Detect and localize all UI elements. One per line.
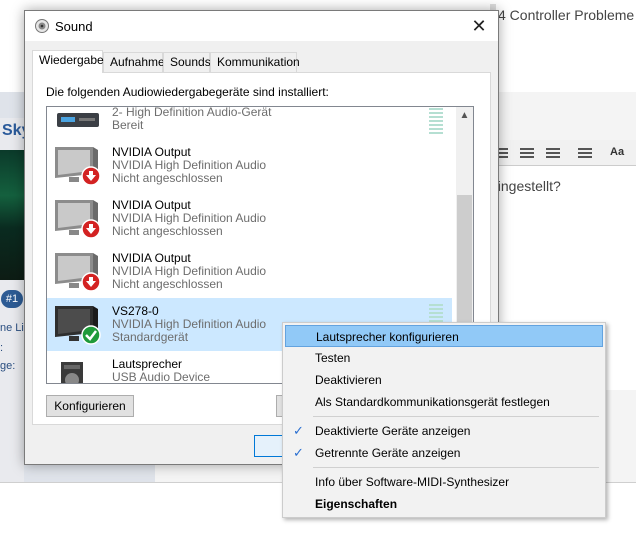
configure-button[interactable]: Konfigurieren <box>46 395 134 417</box>
device-description: NVIDIA High Definition Audio <box>112 158 267 172</box>
list-item[interactable]: NVIDIA Output NVIDIA High Definition Aud… <box>47 245 452 298</box>
device-description: NVIDIA High Definition Audio <box>112 264 267 278</box>
menu-item-configure-speakers[interactable]: Lautsprecher konfigurieren <box>285 325 603 347</box>
post-text-fragment: eingestellt? <box>490 178 561 194</box>
align-right-icon[interactable] <box>546 148 560 158</box>
menu-item-set-default-communication[interactable]: Als Standardkommunikationsgerät festlege… <box>285 391 603 413</box>
device-name: NVIDIA Output <box>112 198 191 212</box>
menu-item-properties[interactable]: Eigenschaften <box>285 493 603 515</box>
post-number-badge[interactable]: #1 <box>1 290 23 308</box>
device-description: USB Audio Device <box>112 370 211 384</box>
monitor-disconnected-icon <box>55 253 101 292</box>
device-list-caption: Die folgenden Audiowiedergabegeräte sind… <box>46 85 329 99</box>
device-description: NVIDIA High Definition Audio <box>112 211 267 225</box>
tab-wiedergabe[interactable]: Wiedergabe <box>32 50 104 73</box>
device-name: Lautsprecher <box>112 357 183 371</box>
font-size-button[interactable]: Aa <box>610 146 624 158</box>
justify-icon[interactable] <box>578 148 592 158</box>
speaker-icon <box>61 362 83 383</box>
menu-item-label: Testen <box>315 351 351 365</box>
receiver-icon <box>57 113 99 127</box>
menu-item-label: Lautsprecher konfigurieren <box>316 330 459 344</box>
device-status: Nicht angeschlossen <box>112 224 223 238</box>
device-context-menu: Lautsprecher konfigurieren Testen Deakti… <box>282 322 606 518</box>
menu-item-disable[interactable]: Deaktivieren <box>285 369 603 391</box>
device-status: Nicht angeschlossen <box>112 277 223 291</box>
menu-item-label: Info über Software-MIDI-Synthesizer <box>315 475 510 489</box>
list-item[interactable]: NVIDIA Output NVIDIA High Definition Aud… <box>47 139 452 192</box>
close-button[interactable]: ✕ <box>468 15 490 37</box>
checkmark-icon: ✓ <box>293 445 304 460</box>
tab-sounds[interactable]: Sounds <box>163 52 211 72</box>
menu-item-label: Eigenschaften <box>315 497 398 511</box>
device-description: NVIDIA High Definition Audio <box>112 317 267 331</box>
menu-item-show-disabled-devices[interactable]: ✓ Deaktivierte Geräte anzeigen <box>285 420 603 442</box>
volume-meter <box>429 108 443 134</box>
monitor-disconnected-icon <box>55 147 101 186</box>
thread-title-fragment: 4 Controller Probleme gel <box>498 7 636 23</box>
user-info-line: ge: <box>0 360 16 372</box>
menu-item-label: Deaktivierte Geräte anzeigen <box>315 424 471 438</box>
device-name: NVIDIA Output <box>112 251 191 265</box>
title-bar[interactable]: Sound ✕ <box>25 11 498 41</box>
menu-separator <box>313 416 599 417</box>
menu-item-show-disconnected-devices[interactable]: ✓ Getrennte Geräte anzeigen <box>285 442 603 464</box>
checkmark-icon: ✓ <box>293 423 304 438</box>
list-item[interactable]: 2- High Definition Audio-Gerät Bereit <box>47 107 452 139</box>
device-name: VS278-0 <box>112 304 159 318</box>
speaker-icon <box>35 19 49 33</box>
tab-kommunikation[interactable]: Kommunikation <box>210 52 300 72</box>
monitor-disconnected-icon <box>55 200 101 239</box>
align-center-icon[interactable] <box>520 148 534 158</box>
device-name: NVIDIA Output <box>112 145 191 159</box>
list-item[interactable]: NVIDIA Output NVIDIA High Definition Aud… <box>47 192 452 245</box>
avatar <box>0 150 24 280</box>
menu-separator <box>313 467 599 468</box>
menu-item-label: Als Standardkommunikationsgerät festlege… <box>315 395 550 409</box>
dialog-title: Sound <box>55 19 93 34</box>
monitor-default-icon <box>55 306 101 345</box>
device-status: Nicht angeschlossen <box>112 171 223 185</box>
menu-item-label: Deaktivieren <box>315 373 382 387</box>
menu-item-midi-info[interactable]: Info über Software-MIDI-Synthesizer <box>285 471 603 493</box>
tab-aufnahme[interactable]: Aufnahme <box>103 52 165 72</box>
device-status: Standardgerät <box>112 330 189 344</box>
scroll-up-arrow-icon[interactable]: ▲ <box>456 107 473 124</box>
menu-item-label: Getrennte Geräte anzeigen <box>315 446 461 460</box>
user-info-line: : <box>0 342 4 354</box>
device-status: Bereit <box>112 118 144 132</box>
user-info-line: ne Li <box>0 322 24 334</box>
menu-item-test[interactable]: Testen <box>285 347 603 369</box>
